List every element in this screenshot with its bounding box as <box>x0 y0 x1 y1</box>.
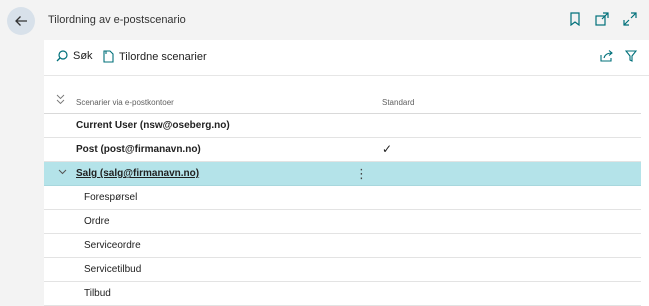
collapse-all-icon[interactable] <box>56 94 65 105</box>
row-label: Forespørsel <box>84 192 138 203</box>
table-row[interactable]: Serviceordre <box>44 234 641 258</box>
table-row[interactable]: Servicetilbud <box>44 258 641 282</box>
search-button[interactable]: Søk <box>56 50 93 62</box>
row-label: Post (post@firmanavn.no) <box>76 144 201 155</box>
document-edit-icon <box>103 50 114 63</box>
assign-scenarios-label: Tilordne scenarier <box>119 50 207 63</box>
action-bar: Søk Tilordne scenarier <box>44 40 649 76</box>
assign-scenarios-button[interactable]: Tilordne scenarier <box>102 50 207 63</box>
table-row[interactable]: Current User (nsw@oseberg.no) <box>44 114 641 138</box>
column-header-row: Scenarier via e-postkontoer Standard <box>44 92 641 114</box>
content-panel: Søk Tilordne scenarier Scenarier via e-p… <box>44 40 649 306</box>
row-label: Servicetilbud <box>84 264 142 275</box>
table-row[interactable]: Post (post@firmanavn.no) ✓ <box>44 138 641 162</box>
column-header-scenarios[interactable]: Scenarier via e-postkontoer <box>76 98 174 107</box>
search-icon <box>56 50 68 62</box>
filter-icon[interactable] <box>625 50 637 62</box>
table-row[interactable]: Ordre <box>44 210 641 234</box>
expand-icon[interactable] <box>623 12 637 26</box>
row-label: Current User (nsw@oseberg.no) <box>76 120 230 131</box>
more-options-icon[interactable]: ⋮ <box>355 166 368 182</box>
row-label: Tilbud <box>84 288 111 299</box>
row-label[interactable]: Salg (salg@firmanavn.no) <box>76 168 199 179</box>
column-header-standard[interactable]: Standard <box>382 98 414 107</box>
popout-icon[interactable] <box>595 12 609 26</box>
page-title: Tilordning av e-postscenario <box>48 14 186 26</box>
bookmark-icon[interactable] <box>569 12 581 26</box>
checkmark-icon: ✓ <box>382 142 393 156</box>
chevron-down-icon[interactable] <box>58 169 67 175</box>
title-bar: Tilordning av e-postscenario <box>0 0 649 40</box>
arrow-left-icon <box>15 16 27 26</box>
search-label: Søk <box>73 50 93 62</box>
share-icon[interactable] <box>600 50 613 62</box>
row-label: Serviceordre <box>84 240 141 251</box>
row-label: Ordre <box>84 216 110 227</box>
table-row[interactable]: Forespørsel <box>44 186 641 210</box>
back-button[interactable] <box>7 7 35 35</box>
table-row[interactable]: Tilbud <box>44 282 641 306</box>
table-row-selected[interactable]: Salg (salg@firmanavn.no) ⋮ <box>44 162 641 186</box>
